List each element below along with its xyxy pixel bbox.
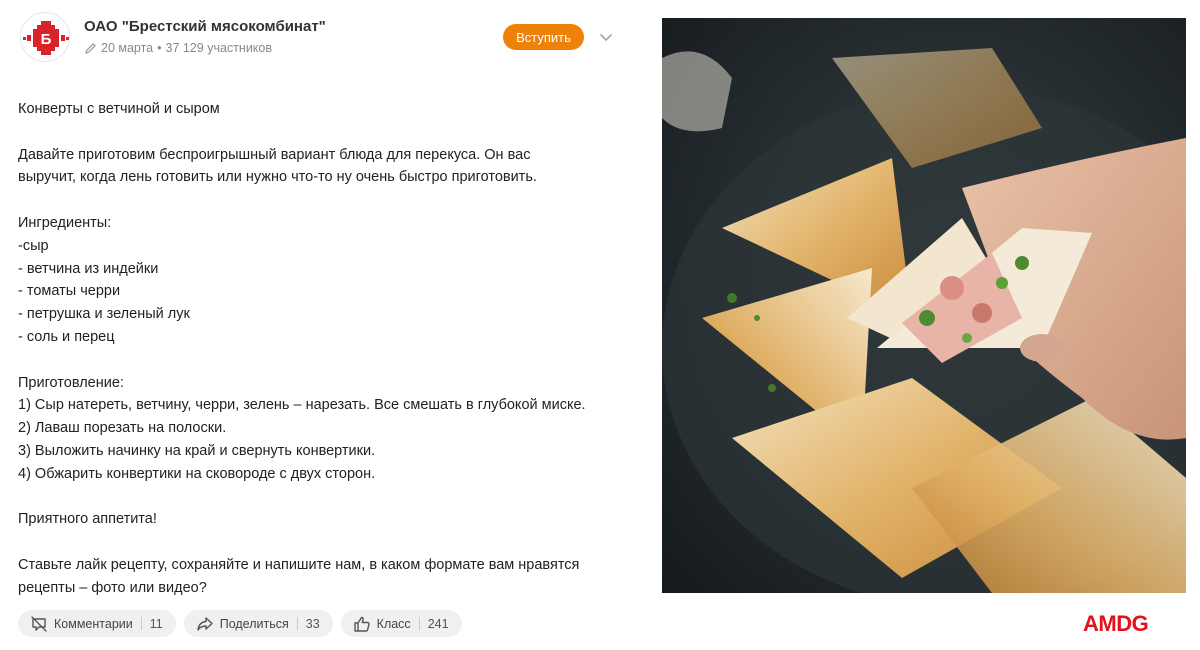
post-meta: 20 марта • 37 129 участников [84, 41, 272, 55]
share-icon [197, 616, 213, 631]
group-logo: Б [23, 21, 69, 55]
divider [296, 617, 298, 630]
chevron-down-icon[interactable] [598, 29, 614, 45]
thumbs-up-icon [353, 616, 370, 632]
post-date[interactable]: 20 марта [101, 41, 153, 55]
text-line: Конверты с ветчиной и сыром [18, 101, 220, 117]
text-line: Давайте приготовим беспроигрышный вариан… [18, 146, 531, 163]
join-button[interactable]: Вступить [503, 24, 584, 50]
food-photo[interactable] [662, 18, 1186, 593]
comments-count: 11 [149, 616, 163, 631]
svg-text:Б: Б [41, 31, 52, 48]
text-line: 4) Обжарить конвертики на сковороде с дв… [18, 465, 376, 482]
group-name[interactable]: ОАО "Брестский мясокомбинат" [84, 18, 326, 35]
comments-label: Комментарии [54, 616, 133, 631]
text-line: -сыр [18, 237, 49, 254]
post-closing: Приятного аппетита! [18, 508, 628, 531]
meta-separator: • [157, 41, 162, 55]
text-line: Приготовление: [18, 374, 124, 391]
cooking-steps: Приготовление: 1) Сыр натереть, ветчину,… [18, 372, 628, 486]
text-line: Ингредиенты: [18, 214, 112, 231]
text-line: рецепты – фото или видео? [18, 579, 207, 596]
comments-off-icon [31, 615, 47, 632]
like-button[interactable]: Класс 241 [340, 610, 462, 637]
members-count[interactable]: 37 129 участников [166, 41, 272, 55]
text-line: 2) Лаваш порезать на полоски. [18, 420, 227, 437]
group-avatar[interactable]: Б [20, 12, 70, 62]
post-intro: Давайте приготовим беспроигрышный вариан… [18, 144, 628, 190]
divider [140, 617, 142, 630]
watermark-logo: AMDG [1083, 611, 1149, 636]
food-photo-illustration [662, 18, 1186, 593]
like-count: 241 [427, 616, 449, 631]
like-label: Класс [376, 616, 411, 631]
post-actions: Комментарии 11 Поделиться 33 Класс 241 [18, 610, 462, 638]
comments-button[interactable]: Комментарии 11 [18, 610, 176, 637]
post-header: Б ОАО "Брестский мясокомбинат" 20 марта … [20, 12, 620, 62]
text-line: - петрушка и зеленый лук [18, 306, 190, 323]
text-line: Приятного аппетита! [18, 511, 157, 528]
divider [418, 617, 420, 630]
share-count: 33 [305, 616, 320, 631]
text-line: выручит, когда лень готовить или нужно ч… [18, 169, 537, 186]
text-line: - ветчина из индейки [18, 260, 159, 277]
ingredients-list: Ингредиенты: -сыр - ветчина из индейки -… [18, 212, 628, 349]
share-button[interactable]: Поделиться 33 [183, 610, 333, 637]
text-line: - соль и перец [18, 328, 115, 345]
post-card: Б ОАО "Брестский мясокомбинат" 20 марта … [0, 0, 640, 650]
post-title: Конверты с ветчиной и сыром [18, 98, 628, 121]
text-line: Ставьте лайк рецепту, сохраняйте и напиш… [18, 556, 580, 573]
text-line: - томаты черри [18, 283, 121, 300]
pencil-icon [85, 42, 96, 54]
text-line: 3) Выложить начинку на край и свернуть к… [18, 442, 376, 459]
text-line: 1) Сыр натереть, ветчину, черри, зелень … [18, 397, 586, 414]
share-label: Поделиться [219, 616, 289, 631]
post-text: Конверты с ветчиной и сыром Давайте приг… [18, 98, 628, 622]
post-cta: Ставьте лайк рецепту, сохраняйте и напиш… [18, 554, 628, 600]
